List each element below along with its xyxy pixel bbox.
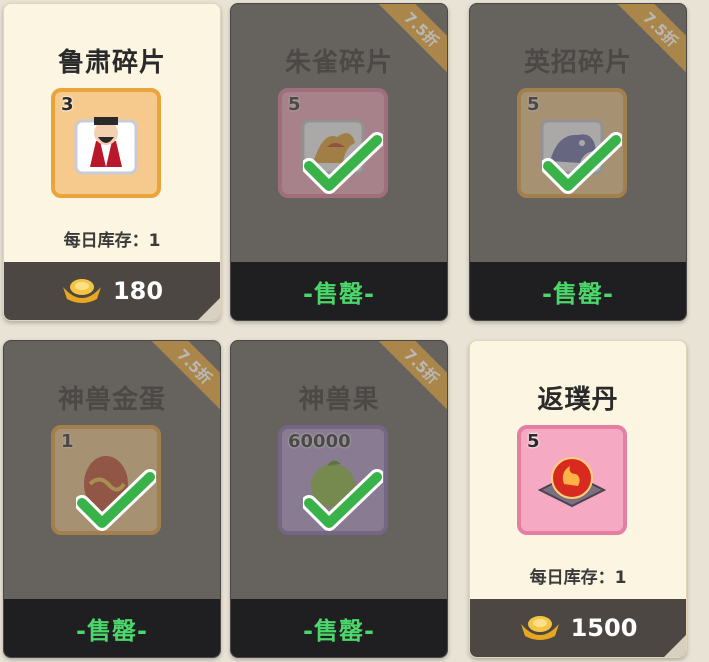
sold-out-bar: -售罄- bbox=[231, 599, 447, 657]
general-portrait-icon bbox=[74, 117, 138, 175]
item-count: 5 bbox=[288, 94, 301, 115]
discount-label: 7.5折 bbox=[150, 341, 220, 411]
discount-ribbon: 7.5折 bbox=[377, 4, 447, 74]
check-icon bbox=[542, 132, 622, 194]
sold-out-bar: -售罄- bbox=[231, 262, 447, 320]
item-count: 1 bbox=[61, 431, 74, 452]
gold-ingot-icon bbox=[62, 279, 101, 303]
price: 1500 bbox=[470, 599, 686, 657]
shop-card-yingzhao-fragment[interactable]: 英招碎片 5 7.5折 -售罄- bbox=[469, 3, 687, 321]
page-curl bbox=[664, 635, 686, 657]
fire-orb-icon bbox=[537, 457, 607, 508]
item-title: 鲁肃碎片 bbox=[57, 48, 166, 78]
sold-out-bar: -售罄- bbox=[4, 599, 220, 657]
discount-ribbon: 7.5折 bbox=[150, 341, 220, 411]
item-count: 5 bbox=[527, 94, 540, 115]
sold-out-label: -售罄- bbox=[76, 616, 148, 645]
item-icon-frame: 3 bbox=[51, 88, 161, 198]
discount-ribbon: 7.5折 bbox=[616, 4, 686, 74]
item-icon-frame: 5 bbox=[517, 425, 627, 535]
price-value: 180 bbox=[112, 277, 164, 305]
item-title: 返璞丹 bbox=[537, 385, 619, 415]
sold-out-bar: -售罄- bbox=[470, 262, 686, 320]
sold-out-label: -售罄- bbox=[542, 279, 614, 308]
daily-stock-label: 每日库存：1 bbox=[63, 231, 161, 251]
sold-out-label: -售罄- bbox=[303, 279, 375, 308]
shop-card-lusu-fragment[interactable]: 鲁肃碎片 3 每日库存：1 180 bbox=[3, 3, 221, 321]
daily-stock-label: 每日库存：1 bbox=[529, 568, 627, 588]
price-bar[interactable]: 180 bbox=[4, 262, 220, 320]
price-value: 1500 bbox=[570, 614, 638, 642]
price: 180 bbox=[4, 262, 220, 320]
check-icon bbox=[303, 132, 383, 194]
discount-label: 7.5折 bbox=[616, 4, 686, 74]
discount-label: 7.5折 bbox=[377, 4, 447, 74]
shop-grid: 鲁肃碎片 3 每日库存：1 180 朱雀碎片 5 7.5折 -售罄- 英招碎片 … bbox=[0, 0, 709, 662]
item-count: 5 bbox=[527, 431, 540, 452]
gold-ingot-icon bbox=[520, 616, 559, 640]
shop-card-zhuque-fragment[interactable]: 朱雀碎片 5 7.5折 -售罄- bbox=[230, 3, 448, 321]
page-curl bbox=[198, 298, 220, 320]
shop-card-fanpu-pill[interactable]: 返璞丹 5 每日库存：1 1500 bbox=[469, 340, 687, 658]
item-count: 60000 bbox=[288, 431, 351, 452]
discount-ribbon: 7.5折 bbox=[377, 341, 447, 411]
shop-card-beast-fruit[interactable]: 神兽果 60000 7.5折 -售罄- bbox=[230, 340, 448, 658]
shop-card-golden-egg[interactable]: 神兽金蛋 1 7.5折 -售罄- bbox=[3, 340, 221, 658]
check-icon bbox=[76, 469, 156, 531]
price-bar[interactable]: 1500 bbox=[470, 599, 686, 657]
discount-label: 7.5折 bbox=[377, 341, 447, 411]
sold-out-label: -售罄- bbox=[303, 616, 375, 645]
item-count: 3 bbox=[61, 94, 74, 115]
check-icon bbox=[303, 469, 383, 531]
